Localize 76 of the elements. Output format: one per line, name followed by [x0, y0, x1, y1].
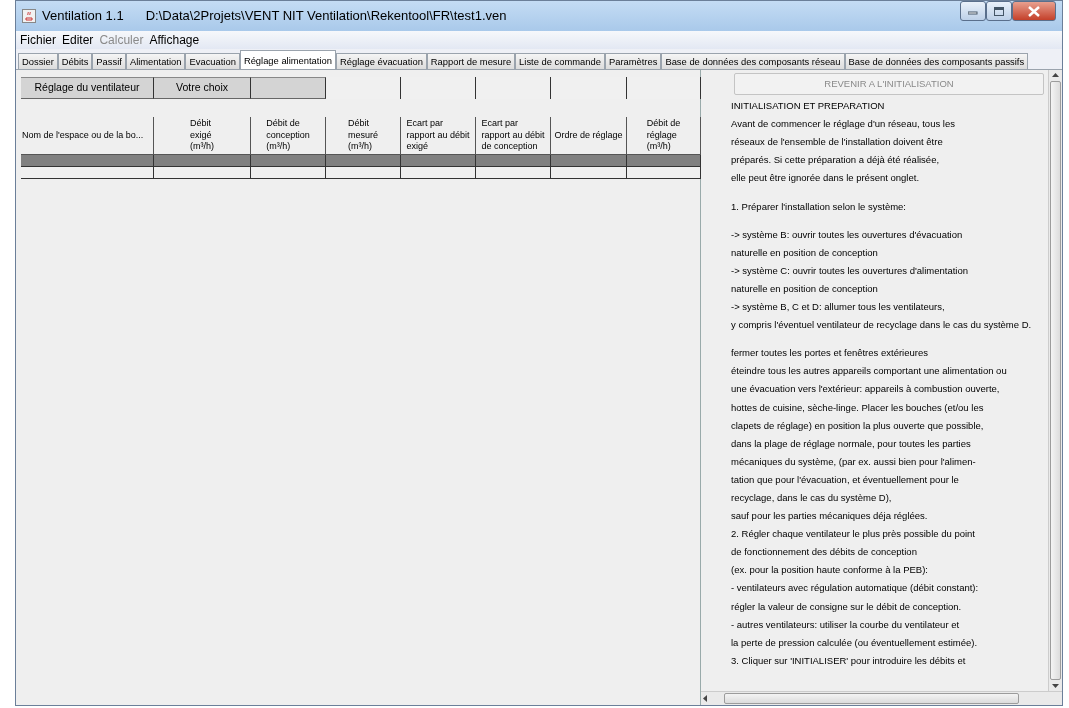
instruction-line: recyclage, dans le cas du système D),: [731, 490, 893, 505]
instruction-line: 1. Préparer l'installation selon le système:: [731, 199, 907, 214]
vertical-scrollbar[interactable]: [1048, 70, 1062, 691]
tab[interactable]: Réglage alimentation: [239, 50, 336, 69]
tab[interactable]: Alimentation: [125, 53, 186, 69]
instruction-line: naturelle en position de conception: [731, 281, 879, 296]
menu-item[interactable]: Fichier: [20, 31, 56, 49]
instruction-line: Avant de commencer le réglage d'un réseau, tous les: [731, 117, 956, 132]
instruction-line: mécaniques du système, (par ex. aussi bien pour l'alimen-: [731, 454, 977, 469]
instruction-line: 2. Régler chaque ventilateur le plus près possible du point: [731, 527, 976, 542]
instruction-line: clapets de réglage) en position la plus ouverte que possible,: [731, 418, 985, 433]
scroll-up-icon[interactable]: [1052, 70, 1059, 79]
instruction-line: -> système B: ouvrir toutes les ouvertures d'évacuation: [731, 227, 964, 242]
close-button[interactable]: [1012, 1, 1056, 21]
instruction-line: - autres ventilateurs: utiliser la courbe du ventilateur et: [731, 617, 961, 632]
table-cell[interactable]: [551, 155, 627, 167]
table-cell[interactable]: [154, 155, 251, 167]
tab[interactable]: Rapport de mesure: [426, 53, 516, 69]
instruction-line: naturelle en position de conception: [731, 245, 879, 260]
menu-item[interactable]: Editer: [62, 31, 94, 49]
tab[interactable]: Débits: [57, 53, 93, 69]
table-cell[interactable]: [251, 167, 326, 179]
table-cell[interactable]: [476, 167, 551, 179]
table-cell[interactable]: [326, 167, 401, 179]
table-cell[interactable]: [154, 167, 251, 179]
maximize-button[interactable]: [986, 1, 1012, 21]
scroll-down-icon[interactable]: [1052, 682, 1059, 691]
column-header: Votre choix: [154, 77, 251, 99]
table-cell[interactable]: [551, 167, 627, 179]
tab[interactable]: Base de données des composants passifs: [844, 53, 1029, 69]
instruction-line: - ventilateurs avec régulation automatique (débit constant):: [731, 581, 980, 596]
instruction-line: INITIALISATION ET PREPARATION: [731, 99, 886, 114]
instruction-line: régler la valeur de consigne sur le débit de conception.: [731, 599, 963, 614]
table-cell[interactable]: [401, 155, 476, 167]
instruction-line: (ex. pour la position haute conforme à la PEB):: [731, 563, 929, 578]
app-icon: [22, 9, 36, 23]
table-cell[interactable]: [627, 155, 701, 167]
tab[interactable]: Evacuation: [185, 53, 240, 69]
instruction-line: elle peut être ignorée dans le présent onglet.: [731, 171, 921, 186]
tab[interactable]: Base de données des composants réseau: [661, 53, 845, 69]
table-cell[interactable]: [251, 155, 326, 167]
instruction-line: -> système B, C et D: allumer tous les ventilateurs,: [731, 300, 946, 315]
maximize-icon: [994, 6, 1004, 16]
column-header: Réglage du ventilateur: [21, 77, 154, 99]
table-cell[interactable]: [326, 155, 401, 167]
instruction-line: tation que pour l'évacuation, et éventuellement pour le: [731, 472, 960, 487]
table-cell[interactable]: [627, 167, 701, 179]
instruction-line: éteindre tous les autres appareils comportant une alimentation ou: [731, 364, 1008, 379]
table-cell[interactable]: [21, 167, 154, 179]
instruction-line: une évacuation vers l'extérieur: appareils à combustion ouverte,: [731, 382, 1001, 397]
tab[interactable]: Passif: [92, 53, 126, 69]
tab[interactable]: Liste de commande: [515, 53, 605, 69]
tab[interactable]: Paramètres: [604, 53, 662, 69]
minimize-button[interactable]: [960, 1, 986, 21]
window-title: Ventilation 1.1: [42, 7, 124, 26]
instruction-line: préparés. Si cette préparation a déjà été réalisée,: [731, 153, 941, 168]
instruction-line: -> système C: ouvrir toutes les ouvertures d'alimentation: [731, 263, 970, 278]
instruction-line: la perte de pression calculée (ou éventuellement estimée).: [731, 635, 979, 650]
table-cell[interactable]: [476, 155, 551, 167]
instruction-line: réseaux de l'ensemble de l'installation doivent être: [731, 135, 944, 150]
instruction-line: dans la plage de réglage normale, pour toutes les parties: [731, 436, 972, 451]
instruction-line: hottes de cuisine, sèche-linge. Placer les bouches (et/ou les: [731, 400, 985, 415]
table-cell[interactable]: [401, 167, 476, 179]
instruction-line: fermer toutes les portes et fenêtres extérieures: [731, 346, 929, 361]
file-path: D:\Data\2Projets\VENT NIT Ventilation\Rekentool\FR\test1.ven: [145, 7, 507, 26]
menu-item[interactable]: Affichage: [149, 31, 200, 49]
instruction-line: y compris l'éventuel ventilateur de recyclage dans le cas du système D.: [731, 318, 1033, 333]
instruction-line: sauf pour les parties mécaniques déja réglées.: [731, 509, 929, 524]
instruction-line: de fonctionnement des débits de conception: [731, 545, 918, 560]
tab[interactable]: Réglage évacuation: [335, 53, 427, 69]
table-cell[interactable]: [21, 155, 154, 167]
scroll-left-icon[interactable]: [701, 695, 710, 702]
close-icon: [1028, 5, 1040, 17]
tab[interactable]: Dossier: [18, 53, 58, 69]
instruction-line: 3. Cliquer sur 'INITIALISER' pour introduire les débits et: [731, 653, 967, 668]
horizontal-scrollbar[interactable]: [701, 691, 1062, 705]
